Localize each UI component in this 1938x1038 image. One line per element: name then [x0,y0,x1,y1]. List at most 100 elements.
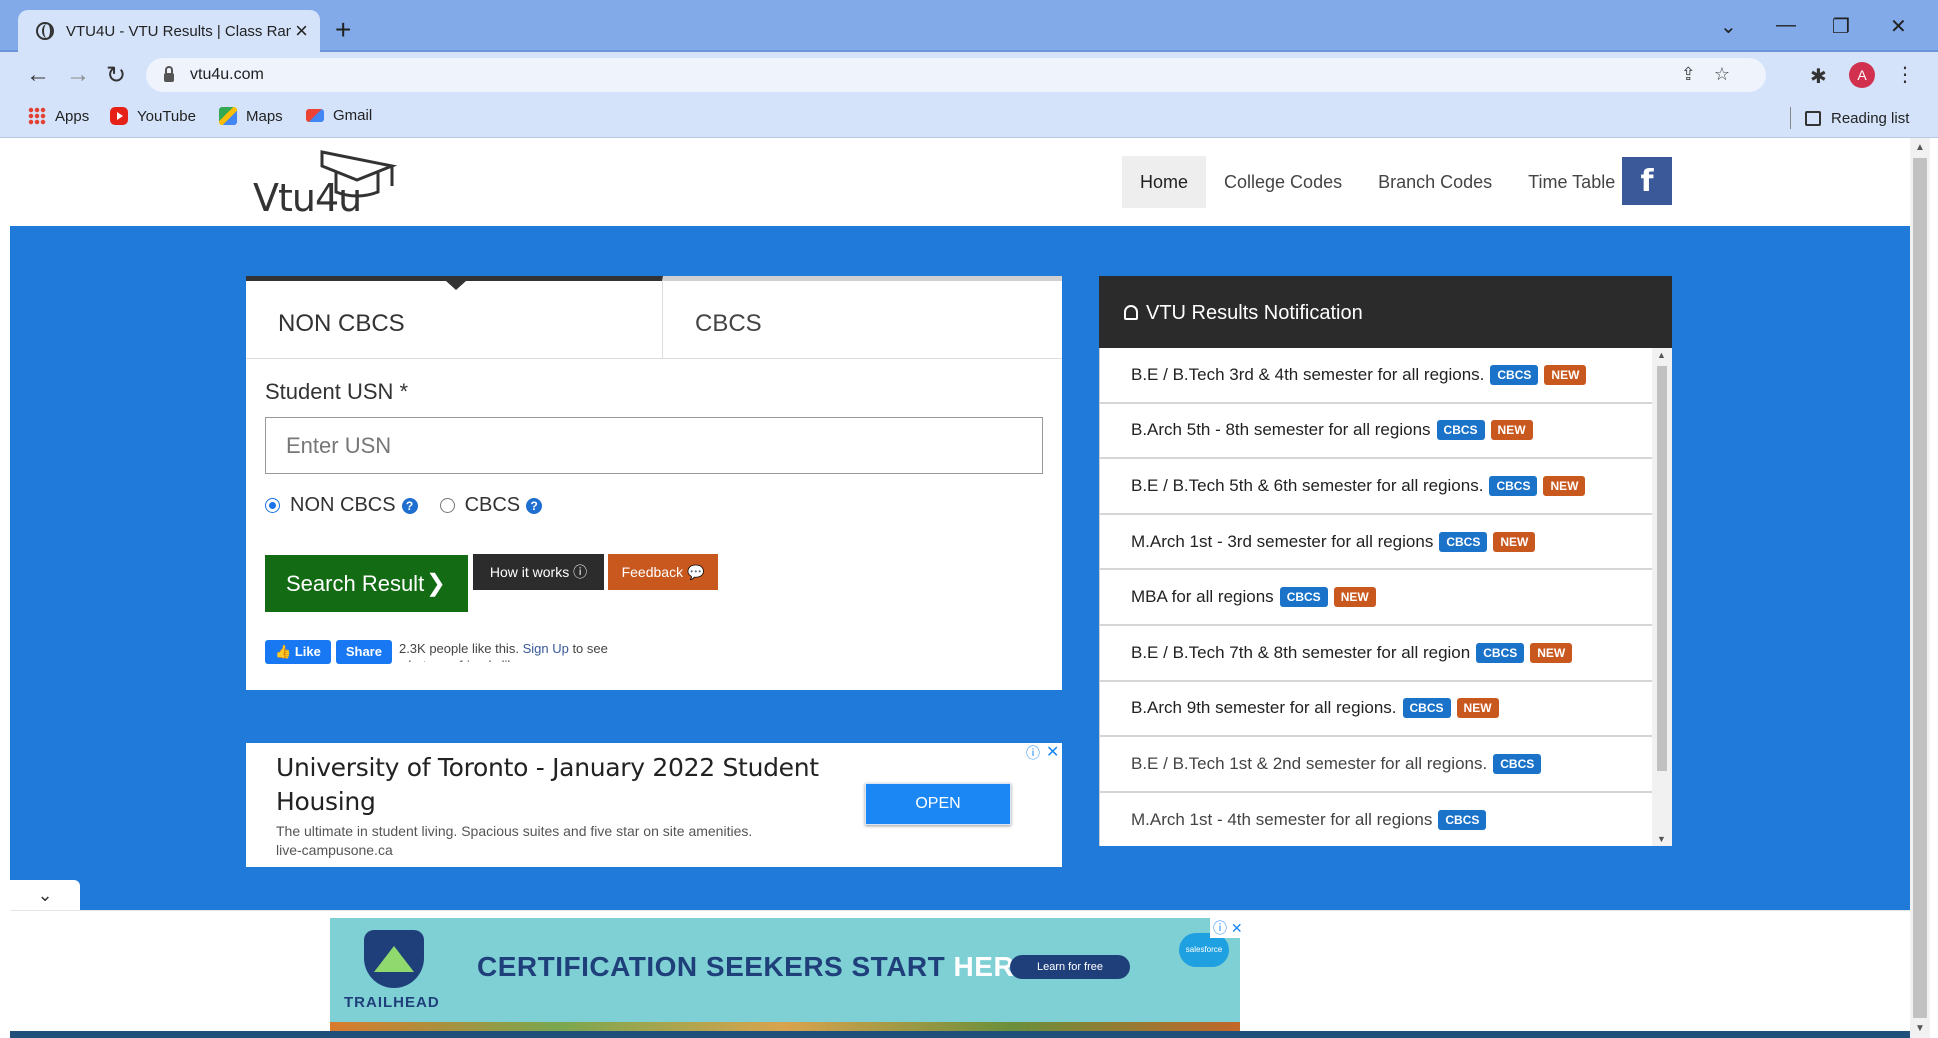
help-icon[interactable]: ? [401,497,418,514]
notification-item[interactable]: B.E / B.Tech 7th & 8th semester for all … [1100,626,1652,682]
main-nav: Home College Codes Branch Codes Time Tab… [1122,156,1633,208]
profile-avatar[interactable]: A [1849,62,1875,88]
search-result-button[interactable]: Search Result ❯ [265,555,468,612]
housing-ad[interactable]: University of Toronto - January 2022 Stu… [246,743,1062,867]
scroll-up-icon[interactable]: ▲ [1915,142,1925,153]
results-notification-panel: VTU Results Notification B.E / B.Tech 3r… [1099,276,1672,846]
notification-item[interactable]: B.E / B.Tech 3rd & 4th semester for all … [1100,348,1652,404]
share-icon[interactable]: ⇪ [1681,64,1714,84]
reading-list-button[interactable]: Reading list [1790,107,1909,129]
browser-tab[interactable]: VTU4U - VTU Results | Class Rank × [18,10,320,52]
notification-text[interactable]: B.E / B.Tech 7th & 8th semester for all … [1131,643,1470,663]
bookmark-apps[interactable]: Apps [28,107,89,125]
browser-titlebar: VTU4U - VTU Results | Class Rank × + ⌄ —… [0,0,1938,52]
scroll-down-icon[interactable]: ▼ [1915,1023,1925,1034]
ad-domain: live-campusone.ca [276,842,393,858]
cbcs-badge: CBCS [1476,642,1525,663]
bookmark-youtube[interactable]: YouTube [110,107,196,125]
url-text[interactable]: vtu4u.com [190,66,264,84]
close-tab-icon[interactable]: × [295,18,308,44]
cbcs-badge: CBCS [1438,809,1487,830]
help-icon[interactable]: ? [526,497,543,514]
bookmark-maps[interactable]: Maps [219,107,283,125]
tab-cbcs[interactable]: CBCS [663,276,1062,359]
minimize-icon[interactable]: — [1776,14,1796,37]
page-scrollbar[interactable]: ▲ ▼ [1910,138,1930,1038]
nav-home[interactable]: Home [1122,156,1207,208]
reload-icon[interactable]: ↻ [106,61,126,90]
facebook-like-widget: 👍 Like Share 2.3K people like this. Sign… [265,640,629,664]
address-bar[interactable]: vtu4u.com ⇪☆ [146,58,1766,92]
facebook-icon[interactable]: f [1622,157,1672,205]
notification-item[interactable]: M.Arch 1st - 3rd semester for all region… [1100,515,1652,571]
browser-menu-icon[interactable]: ⋮ [1895,62,1915,87]
nav-time-table[interactable]: Time Table [1510,156,1633,208]
question-circle-icon: ⓘ [573,564,588,580]
notification-item[interactable]: B.E / B.Tech 1st & 2nd semester for all … [1100,737,1652,793]
collapse-ad-button[interactable]: ⌄ [10,880,80,910]
cbcs-badge: CBCS [1439,531,1488,552]
scroll-up-icon[interactable]: ▲ [1657,350,1666,360]
ad-headline[interactable]: University of Toronto - January 2022 Stu… [276,751,856,819]
new-tab-icon[interactable]: + [335,14,351,46]
new-badge: NEW [1543,475,1586,496]
site-logo[interactable]: Vtu4u [253,176,362,220]
tab-non-cbcs[interactable]: NON CBCS [246,276,663,359]
fb-signup-link[interactable]: Sign Up [523,641,569,656]
notification-text[interactable]: MBA for all regions [1131,587,1274,607]
salesforce-logo: salesforce [1179,933,1229,967]
notification-item[interactable]: B.E / B.Tech 5th & 6th semester for all … [1100,459,1652,515]
nav-branch-codes[interactable]: Branch Codes [1360,156,1510,208]
notification-text[interactable]: M.Arch 1st - 3rd semester for all region… [1131,532,1433,552]
maps-icon [219,107,237,125]
ad-open-button[interactable]: OPEN [865,783,1011,825]
radio-cbcs-label[interactable]: CBCS [465,494,521,517]
cbcs-badge: CBCS [1436,420,1485,441]
usn-label: Student USN * [265,379,409,404]
scroll-down-icon[interactable]: ▼ [1657,834,1666,844]
forward-icon[interactable]: → [66,61,90,89]
notification-text[interactable]: B.E / B.Tech 3rd & 4th semester for all … [1131,365,1484,385]
restore-icon[interactable]: ❐ [1832,14,1850,39]
cbcs-badge: CBCS [1279,587,1328,608]
back-icon[interactable]: ← [26,61,50,89]
radio-non-cbcs-label[interactable]: NON CBCS [290,494,396,517]
fb-share-button[interactable]: Share [335,640,392,664]
notification-text[interactable]: B.E / B.Tech 1st & 2nd semester for all … [1131,754,1487,774]
fb-like-button[interactable]: 👍 Like [265,640,331,664]
radio-non-cbcs[interactable] [265,498,280,513]
learn-for-free-button[interactable]: Learn for free [1010,955,1130,979]
scheme-radio-group: NON CBCS ? CBCS ? [265,494,543,517]
cbcs-badge: CBCS [1402,698,1451,719]
trailhead-ad[interactable]: TRAILHEAD CERTIFICATION SEEKERS START HE… [330,918,1240,1038]
notification-item[interactable]: B.Arch 5th - 8th semester for all region… [1100,404,1652,460]
notification-scrollbar[interactable]: ▲ ▼ [1652,348,1672,846]
ad-close-icon[interactable]: ⓘ ✕ [1210,918,1246,938]
radio-cbcs[interactable] [439,498,455,513]
extensions-icon[interactable]: ✱ [1810,64,1827,89]
bell-icon [1124,305,1138,320]
result-form-card: NON CBCS CBCS Student USN * NON CBCS ? C… [246,276,1062,690]
notification-text[interactable]: B.E / B.Tech 5th & 6th semester for all … [1131,476,1483,496]
ad-close-icon[interactable]: ✕ [1046,742,1059,762]
nav-college-codes[interactable]: College Codes [1206,156,1360,208]
comments-icon: 💬 [686,563,705,580]
bookmarks-bar: Apps YouTube Maps Gmail Reading list [0,98,1938,138]
ad-info-icon[interactable]: ⓘ [1026,743,1040,763]
notification-text[interactable]: B.Arch 9th semester for all regions. [1131,698,1397,718]
notification-item[interactable]: M.Arch 1st - 4th semester for all region… [1100,793,1652,846]
bookmark-star-icon[interactable]: ☆ [1714,64,1748,84]
lock-icon[interactable] [164,65,174,82]
tab-search-icon[interactable]: ⌄ [1720,14,1737,39]
usn-input[interactable] [265,417,1043,474]
new-badge: NEW [1456,698,1499,719]
notification-item[interactable]: MBA for all regions CBCS NEW [1100,570,1652,626]
bookmark-gmail[interactable]: Gmail [306,107,372,124]
close-window-icon[interactable]: ✕ [1890,14,1907,39]
youtube-icon [110,107,128,125]
feedback-button[interactable]: Feedback 💬 [608,554,718,590]
notification-item[interactable]: B.Arch 9th semester for all regions. CBCS… [1100,682,1652,738]
notification-text[interactable]: M.Arch 1st - 4th semester for all region… [1131,810,1432,830]
notification-text[interactable]: B.Arch 5th - 8th semester for all region… [1131,420,1431,440]
how-it-works-button[interactable]: How it works ⓘ [473,554,604,590]
